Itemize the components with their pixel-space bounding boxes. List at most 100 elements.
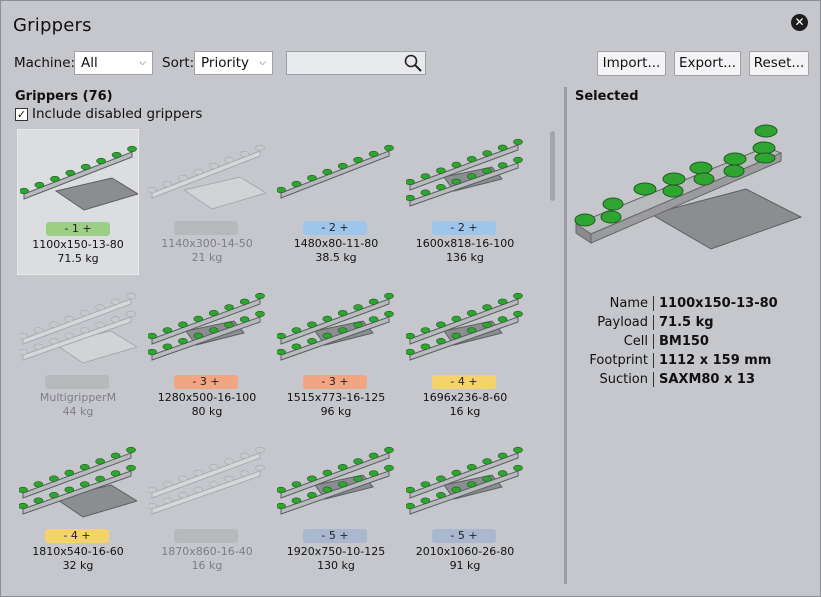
gripper-card[interactable]: - 2 + 1480x80-11-80 38.5 kg [275, 129, 397, 275]
gripper-name: 1515x773-16-125 [286, 391, 386, 404]
window-title: Grippers [13, 15, 92, 36]
gripper-weight: 136 kg [446, 251, 484, 264]
gripper-thumbnail [277, 144, 394, 199]
include-disabled-label: Include disabled grippers [32, 106, 203, 122]
grippers-window: Grippers ✕ Machine: All ⌵ Sort: Priority… [0, 0, 821, 597]
property-key: Footprint [581, 353, 654, 368]
property-row: Name 1100x150-13-80 [581, 294, 778, 313]
gripper-card[interactable]: - 4 + 1810x540-16-60 32 kg [17, 437, 139, 583]
property-value: 1100x150-13-80 [659, 296, 778, 311]
gripper-name: 1140x300-14-50 [161, 237, 253, 250]
gripper-name: MultigripperM [39, 391, 117, 404]
gripper-weight: 38.5 kg [315, 251, 357, 264]
priority-stepper[interactable]: - 4 + [45, 529, 109, 543]
gripper-grid: - 1 + 1100x150-13-80 71.5 kg 1140x300-14-50… [15, 129, 545, 584]
property-value: 71.5 kg [659, 315, 714, 330]
priority-stepper[interactable] [174, 221, 238, 235]
gripper-name: 1696x236-8-60 [422, 391, 508, 404]
sort-select-value: Priority [201, 55, 250, 71]
property-key: Payload [581, 315, 654, 330]
gripper-card[interactable]: - 4 + 1696x236-8-60 16 kg [404, 283, 526, 429]
gripper-weight: 80 kg [191, 405, 223, 418]
gripper-card[interactable]: - 2 + 1600x818-16-100 136 kg [404, 129, 526, 275]
machine-label: Machine: [14, 55, 76, 71]
include-disabled-row[interactable]: ✓ Include disabled grippers [15, 106, 202, 122]
reset-button[interactable]: Reset... [749, 51, 809, 76]
property-value: SAXM80 x 13 [659, 372, 756, 387]
gripper-thumbnail [19, 292, 137, 364]
sort-label: Sort: [162, 55, 195, 71]
gripper-thumbnail [20, 145, 138, 211]
machine-select-value: All [81, 55, 98, 71]
priority-stepper[interactable]: - 5 + [432, 529, 496, 543]
gripper-name: 1920x750-10-125 [286, 545, 386, 558]
gripper-card[interactable]: - 3 + 1280x500-16-100 80 kg [146, 283, 268, 429]
gripper-weight: 96 kg [320, 405, 352, 418]
gripper-weight: 21 kg [191, 251, 223, 264]
property-key: Name [581, 296, 654, 311]
gripper-name: 1870x860-16-40 [161, 545, 253, 558]
priority-stepper[interactable]: - 3 + [303, 375, 367, 389]
gripper-card[interactable]: MultigripperM 44 kg [17, 283, 139, 429]
gripper-name: 1100x150-13-80 [32, 238, 124, 251]
gripper-name: 1280x500-16-100 [157, 391, 257, 404]
gripper-name: 1480x80-11-80 [293, 237, 379, 250]
priority-stepper[interactable] [45, 375, 109, 389]
gripper-thumbnail [406, 138, 523, 207]
selected-gripper-preview [574, 124, 803, 250]
gripper-thumbnail [148, 292, 265, 361]
search-input[interactable] [286, 51, 426, 75]
sort-select[interactable]: Priority ⌵ [194, 51, 273, 75]
machine-select[interactable]: All ⌵ [74, 51, 153, 75]
gripper-card[interactable]: - 3 + 1515x773-16-125 96 kg [275, 283, 397, 429]
chevron-down-icon: ⌵ [259, 58, 266, 68]
priority-stepper[interactable]: - 2 + [432, 221, 496, 235]
panel-divider[interactable] [564, 87, 567, 584]
gripper-thumbnail [277, 292, 394, 361]
property-key: Suction [581, 372, 654, 387]
gripper-weight: 130 kg [317, 559, 355, 572]
property-key: Cell [581, 334, 654, 349]
gripper-card[interactable]: 1870x860-16-40 16 kg [146, 437, 268, 583]
property-value: 1112 x 159 mm [659, 353, 772, 368]
priority-stepper[interactable]: - 3 + [174, 375, 238, 389]
priority-stepper[interactable]: - 5 + [303, 529, 367, 543]
gripper-thumbnail [19, 446, 137, 518]
priority-stepper[interactable]: - 1 + [46, 222, 110, 236]
gripper-thumbnail [406, 446, 523, 515]
gripper-weight: 91 kg [449, 559, 481, 572]
property-value: BM150 [659, 334, 709, 349]
selected-properties: Name 1100x150-13-80 Payload 71.5 kg Cell BM15… [581, 294, 778, 389]
gripper-card[interactable]: 1140x300-14-50 21 kg [146, 129, 268, 275]
scrollbar-thumb[interactable] [550, 131, 555, 201]
grippers-list-title: Grippers (76) [15, 89, 113, 104]
gripper-thumbnail [277, 446, 394, 515]
gripper-name: 2010x1060-26-80 [415, 545, 515, 558]
gripper-card[interactable]: - 1 + 1100x150-13-80 71.5 kg [17, 129, 139, 275]
priority-stepper[interactable]: - 4 + [432, 375, 496, 389]
export-button[interactable]: Export... [674, 51, 741, 76]
property-row: Payload 71.5 kg [581, 313, 778, 332]
gripper-card[interactable]: - 5 + 1920x750-10-125 130 kg [275, 437, 397, 583]
gripper-card[interactable]: - 5 + 2010x1060-26-80 91 kg [404, 437, 526, 583]
gripper-weight: 71.5 kg [57, 252, 99, 265]
include-disabled-checkbox[interactable]: ✓ [15, 107, 28, 121]
property-row: Cell BM150 [581, 332, 778, 351]
search-icon[interactable] [403, 53, 423, 73]
gripper-name: 1600x818-16-100 [415, 237, 515, 250]
property-row: Footprint 1112 x 159 mm [581, 351, 778, 370]
import-button[interactable]: Import... [597, 51, 666, 76]
gripper-thumbnail [406, 292, 523, 361]
gripper-weight: 16 kg [191, 559, 223, 572]
gripper-name: 1810x540-16-60 [32, 545, 124, 558]
priority-stepper[interactable]: - 2 + [303, 221, 367, 235]
chevron-down-icon: ⌵ [139, 58, 146, 68]
gripper-weight: 44 kg [62, 405, 94, 418]
close-icon[interactable]: ✕ [791, 14, 808, 31]
gripper-weight: 16 kg [449, 405, 481, 418]
priority-stepper[interactable] [174, 529, 238, 543]
property-row: Suction SAXM80 x 13 [581, 370, 778, 389]
gripper-weight: 32 kg [62, 559, 94, 572]
selected-title: Selected [575, 89, 639, 104]
gripper-thumbnail [148, 144, 266, 210]
